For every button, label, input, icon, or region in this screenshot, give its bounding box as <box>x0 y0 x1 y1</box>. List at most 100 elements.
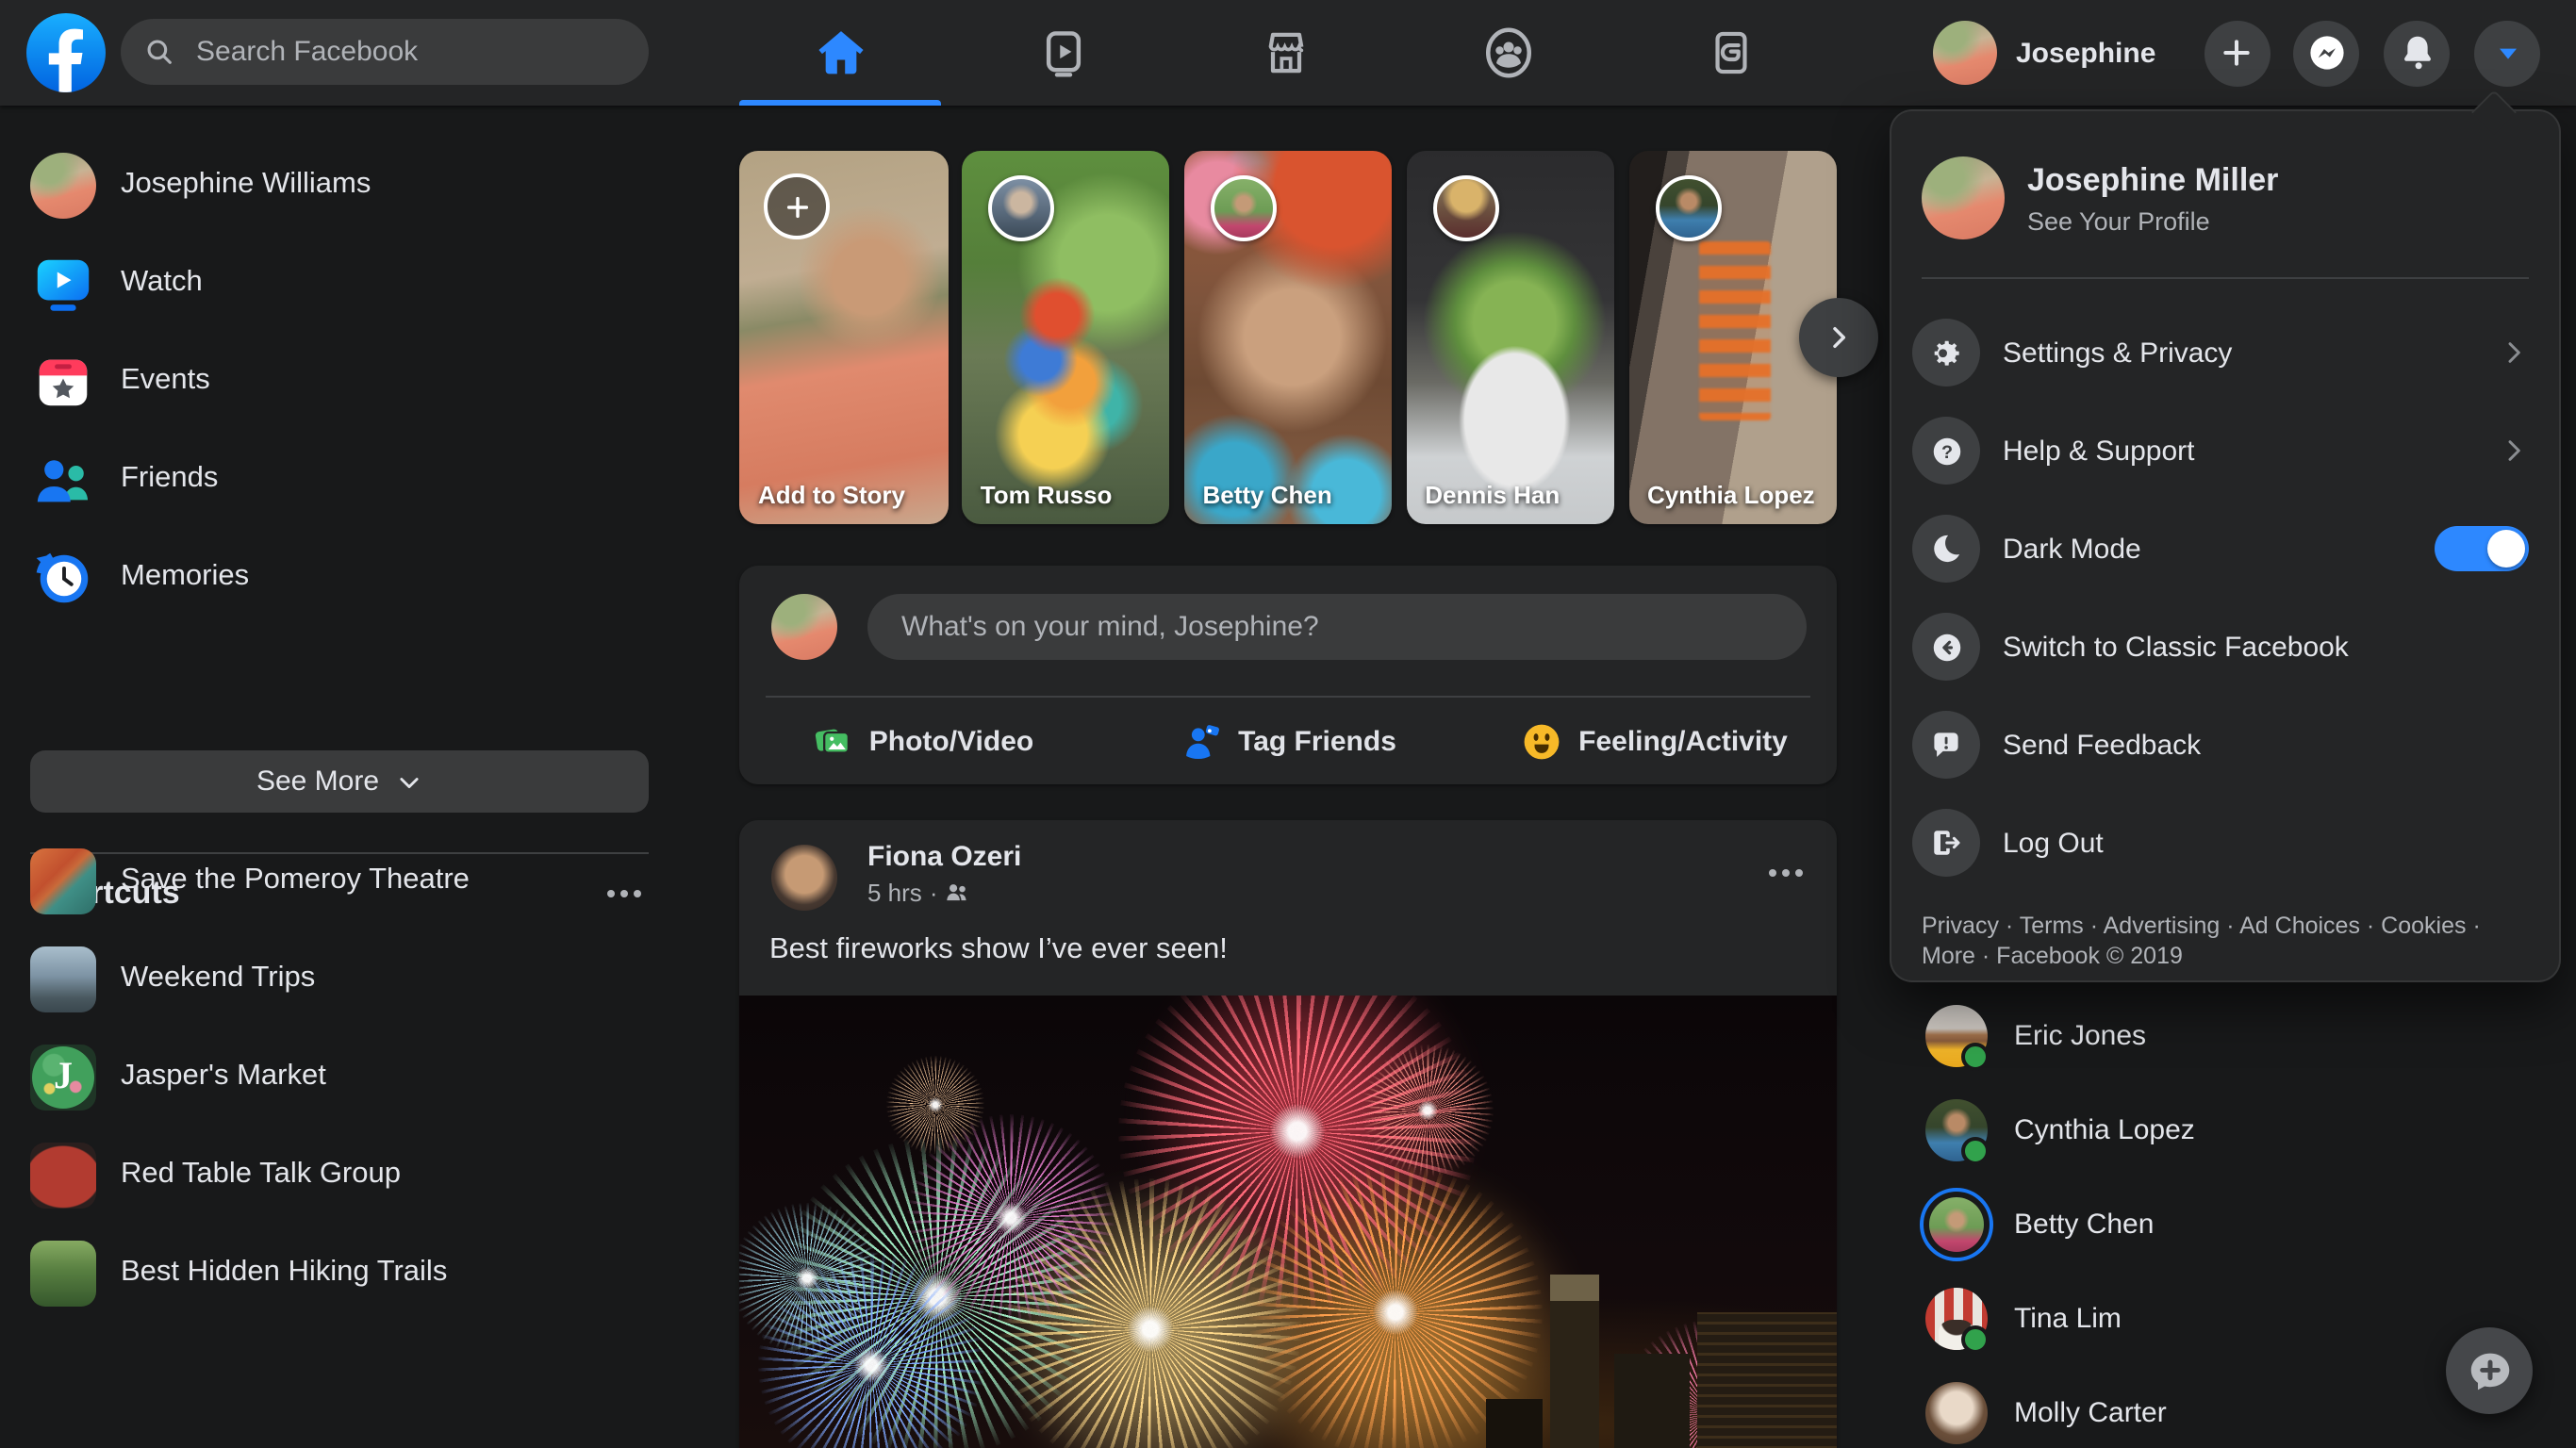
notifications-bell-icon <box>2396 32 2437 74</box>
tag-friends-icon <box>1180 719 1223 763</box>
menu-item-switch-classic[interactable]: Switch to Classic Facebook <box>1891 598 2559 696</box>
contact-name: Eric Jones <box>2014 1019 2146 1051</box>
facebook-logo[interactable] <box>26 13 106 92</box>
action-label: Feeling/Activity <box>1578 725 1788 757</box>
shortcut-thumbnail <box>30 847 96 913</box>
watch-tab-icon <box>1036 26 1089 79</box>
sidebar-item-events[interactable]: Events <box>0 332 709 430</box>
marketplace-icon <box>1259 26 1312 79</box>
menu-item-settings-privacy[interactable]: Settings & Privacy <box>1891 304 2559 402</box>
logout-door-icon <box>1929 826 1963 860</box>
global-search[interactable] <box>121 19 649 85</box>
tab-marketplace[interactable] <box>1181 0 1390 106</box>
tab-home[interactable] <box>735 0 945 106</box>
story-ring <box>1920 1187 1993 1260</box>
stories-next-button[interactable] <box>1799 298 1878 377</box>
moon-icon <box>1929 532 1963 566</box>
messenger-button[interactable] <box>2293 20 2359 86</box>
story-card-tom-russo[interactable]: Tom Russo <box>962 151 1170 524</box>
tag-friends-button[interactable]: Tag Friends <box>1113 705 1463 777</box>
feed-post: Fiona Ozeri 5 hrs · Best fireworks show … <box>739 820 1837 1448</box>
contact-betty-chen[interactable]: Betty Chen <box>1890 1176 2561 1271</box>
sidebar-item-label: Josephine Williams <box>121 168 371 202</box>
post-options-icon[interactable] <box>1761 862 1810 884</box>
story-label: Cynthia Lopez <box>1647 480 1822 511</box>
menu-item-dark-mode[interactable]: Dark Mode <box>1891 500 2559 598</box>
menu-profile-link[interactable]: Josephine Miller See Your Profile <box>1922 156 2278 239</box>
see-more-label: See More <box>256 765 379 798</box>
shortcut-item-hiking-trails[interactable]: Best Hidden Hiking Trails <box>0 1224 709 1322</box>
story-card-betty-chen[interactable]: Betty Chen <box>1184 151 1393 524</box>
photo-video-button[interactable]: Photo/Video <box>747 705 1098 777</box>
menu-item-label: Dark Mode <box>2003 533 2435 565</box>
story-avatar <box>1432 175 1498 241</box>
menu-item-log-out[interactable]: Log Out <box>1891 794 2559 892</box>
shortcut-label: Save the Pomeroy Theatre <box>121 864 470 897</box>
sidebar-item-label: Memories <box>121 560 249 594</box>
online-status-dot <box>1961 1042 1990 1070</box>
shortcut-item-jaspers-market[interactable]: J Jasper's Market <box>0 1028 709 1126</box>
feeling-activity-icon <box>1520 719 1563 763</box>
shortcut-label: Best Hidden Hiking Trails <box>121 1256 447 1290</box>
notifications-button[interactable] <box>2384 20 2450 86</box>
chevron-right-icon <box>2499 337 2529 368</box>
profile-chip[interactable]: Josephine <box>1933 21 2155 85</box>
sidebar-item-memories[interactable]: Memories <box>0 528 709 626</box>
menu-item-label: Switch to Classic Facebook <box>2003 631 2529 663</box>
sidebar-item-friends[interactable]: Friends <box>0 430 709 528</box>
story-card-dennis-han[interactable]: Dennis Han <box>1406 151 1614 524</box>
shortcut-item-weekend-trips[interactable]: Weekend Trips <box>0 930 709 1028</box>
nav-see-more-button[interactable]: See More <box>30 750 649 813</box>
sidebar-item-watch[interactable]: Watch <box>0 234 709 332</box>
chat-plus-icon <box>2464 1345 2515 1396</box>
post-photo-fireworks[interactable] <box>739 996 1837 1448</box>
account-dropdown-menu: Josephine Miller See Your Profile Settin… <box>1890 109 2561 982</box>
topbar-user-name: Josephine <box>2016 37 2155 69</box>
account-menu-button[interactable] <box>2474 20 2540 86</box>
shortcut-item-red-table-talk[interactable]: Red Table Talk Group <box>0 1126 709 1224</box>
create-button[interactable] <box>2204 20 2270 86</box>
composer-avatar[interactable] <box>771 594 837 660</box>
contact-eric-jones[interactable]: Eric Jones <box>1890 988 2561 1082</box>
composer-input-pill[interactable] <box>867 594 1807 660</box>
search-input[interactable] <box>192 34 577 70</box>
chevron-right-icon <box>1824 322 1854 353</box>
menu-item-help-support[interactable]: ? Help & Support <box>1891 402 2559 500</box>
sidebar-item-profile[interactable]: Josephine Williams <box>0 136 709 234</box>
shortcut-thumbnail <box>30 1142 96 1208</box>
menu-item-send-feedback[interactable]: Send Feedback <box>1891 696 2559 794</box>
shortcut-thumbnail <box>30 1240 96 1306</box>
chevron-right-icon <box>2499 436 2529 466</box>
watch-app-icon <box>30 250 96 316</box>
shortcut-thumbnail <box>30 946 96 1012</box>
sidebar-item-label: Friends <box>121 462 218 496</box>
sidebar-item-label: Events <box>121 364 210 398</box>
tab-groups[interactable] <box>1403 0 1612 106</box>
new-message-button[interactable] <box>2446 1327 2533 1414</box>
legal-footer-links[interactable]: Privacy · Terms · Advertising · Ad Choic… <box>1922 911 2529 971</box>
dark-mode-toggle[interactable] <box>2435 526 2529 571</box>
contact-cynthia-lopez[interactable]: Cynthia Lopez <box>1890 1082 2561 1176</box>
avatar <box>1933 21 1997 85</box>
tab-watch[interactable] <box>958 0 1167 106</box>
tab-gaming[interactable] <box>1626 0 1835 106</box>
menu-profile-name: Josephine Miller <box>2027 161 2278 199</box>
shortcut-item-pomeroy-theatre[interactable]: Save the Pomeroy Theatre <box>0 831 709 930</box>
facebook-f-icon <box>26 13 106 92</box>
online-status-dot <box>1961 1325 1990 1353</box>
post-author-avatar[interactable] <box>771 845 837 911</box>
feeling-activity-button[interactable]: Feeling/Activity <box>1478 705 1829 777</box>
skyline-tower <box>1550 1275 1599 1448</box>
chevron-down-icon <box>396 768 422 795</box>
shortcut-label: Weekend Trips <box>121 962 315 996</box>
top-navigation-bar: Josephine <box>0 0 2576 106</box>
search-icon <box>143 36 175 68</box>
action-label: Photo/Video <box>869 725 1033 757</box>
story-label: Dennis Han <box>1425 480 1599 511</box>
add-to-story-card[interactable]: Add to Story <box>739 151 948 524</box>
shortcuts-list: Save the Pomeroy Theatre Weekend Trips J… <box>0 831 709 1322</box>
question-icon: ? <box>1928 433 1964 469</box>
post-author-name[interactable]: Fiona Ozeri <box>867 841 1021 873</box>
status-input[interactable] <box>898 609 1776 645</box>
menu-item-label: Help & Support <box>2003 435 2499 467</box>
